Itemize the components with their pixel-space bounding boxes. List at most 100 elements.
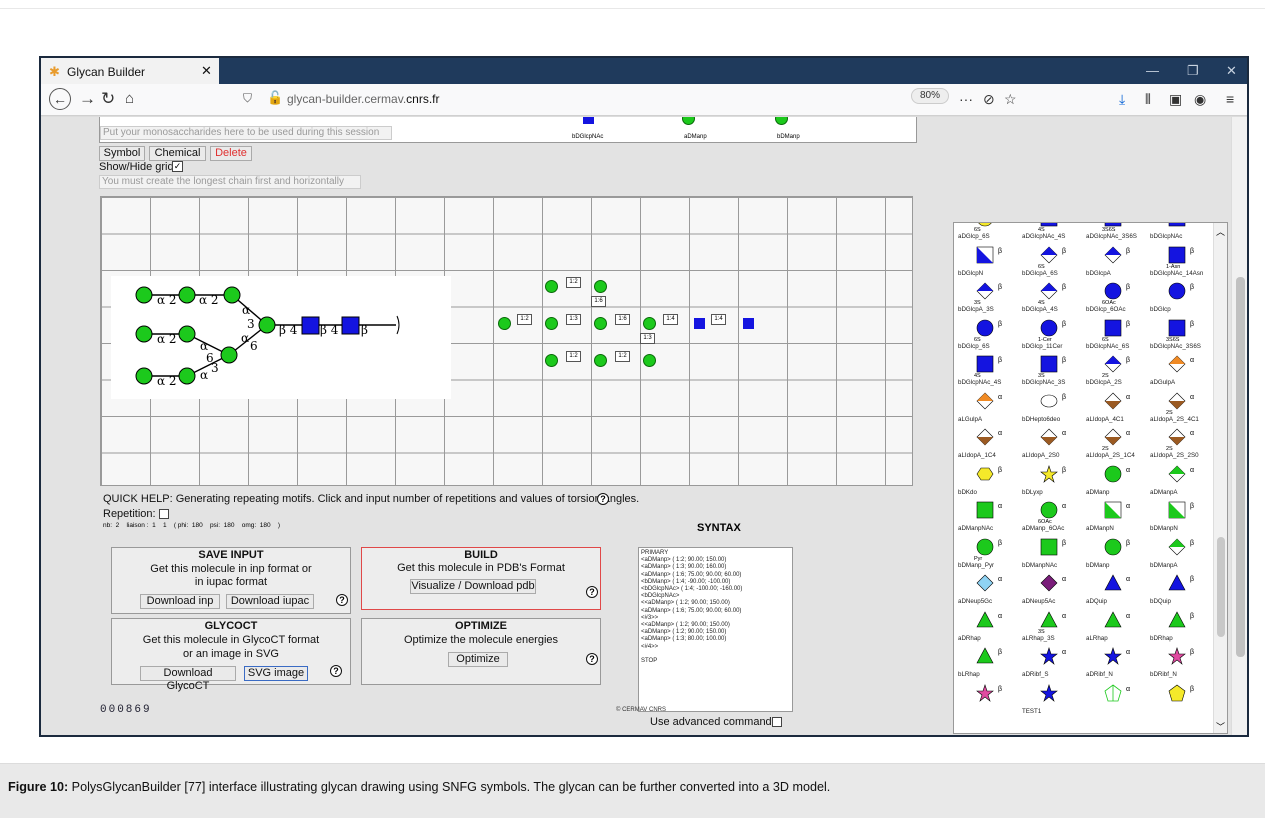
palette-item-name: aLIdopA_2S0 — [1022, 452, 1060, 459]
url-bar[interactable]: ⛉ 🔓 glycan-builder.cermav.cnrs.fr — [241, 87, 943, 111]
reload-icon[interactable]: ↻ — [101, 89, 115, 109]
home-icon[interactable]: ⌂ — [125, 89, 134, 109]
session-item-symbol[interactable] — [583, 117, 594, 124]
library-icon[interactable]: ⫴ — [1145, 91, 1151, 108]
page-scroll-thumb[interactable] — [1236, 277, 1245, 657]
insecure-lock-icon[interactable]: 🔓 — [267, 90, 283, 106]
palette-item-name: bDManpN — [1150, 525, 1178, 532]
link-label[interactable]: 1:2 — [566, 277, 581, 288]
grid-glcnac[interactable] — [743, 318, 754, 329]
tab-close-icon[interactable]: ✕ — [201, 63, 212, 79]
link-label[interactable]: 1:3 — [566, 314, 581, 325]
syntax-line: <aDManp> ( 1:6; 75.00; 90.00; 60.00) — [641, 571, 742, 578]
palette-item[interactable]: α — [1086, 680, 1148, 722]
session-item[interactable]: bDManp — [777, 134, 800, 140]
diamond-symbol-icon — [1040, 574, 1058, 592]
chemical-button[interactable]: Chemical — [149, 146, 206, 161]
tracking-shield-icon[interactable]: ⛉ — [243, 91, 252, 106]
repetition-label: Repetition: — [103, 508, 156, 520]
grid-mannose[interactable] — [594, 317, 607, 330]
palette-scrollbar[interactable]: ︿ ﹀ — [1213, 223, 1227, 733]
bookmark-star-icon[interactable]: ☆ — [1004, 91, 1017, 108]
tab-glycan-builder[interactable]: ✱ Glycan Builder ✕ — [41, 58, 219, 84]
palette-scroll-thumb[interactable] — [1217, 537, 1225, 637]
minimize-icon[interactable]: — — [1146, 63, 1159, 78]
palette-item[interactable]: β — [958, 680, 1020, 722]
back-button[interactable]: ← — [49, 88, 71, 110]
star-symbol-icon — [976, 683, 994, 702]
link-label[interactable]: 1:6 — [615, 314, 630, 325]
circle-symbol-icon — [1104, 282, 1122, 300]
grid-mannose[interactable] — [643, 354, 656, 367]
drawing-grid[interactable]: α 2α 2α3 α 2α6 α 2α3 α6 β 4β 4β 1:2 1:6 … — [100, 196, 913, 486]
diamond-top-symbol-icon — [976, 392, 994, 409]
symbol-button[interactable]: Symbol — [99, 146, 145, 161]
repetition-checkbox[interactable] — [159, 509, 169, 519]
syntax-line — [641, 651, 790, 658]
palette-item[interactable]: β — [1150, 680, 1212, 722]
grid-glcnac[interactable] — [694, 318, 705, 329]
page-scrollbar[interactable] — [1232, 117, 1247, 735]
sidebar-icon[interactable]: ▣ — [1169, 91, 1182, 108]
repetition-params[interactable]: nb: 2 liaison : 1 1 ( phi: 180 psi: 180 … — [103, 522, 280, 529]
diamond-top-symbol-icon — [1040, 282, 1058, 300]
anomer-label: α — [998, 612, 1003, 620]
grid-checkbox[interactable]: ✓ — [172, 161, 183, 172]
session-input[interactable]: Put your monosaccharides here to be used… — [100, 126, 392, 140]
anomer-label: β — [998, 284, 1003, 291]
more-actions-icon[interactable]: ··· — [959, 91, 973, 107]
grid-mannose[interactable] — [545, 317, 558, 330]
link-label[interactable]: 1:4 — [711, 314, 726, 325]
grid-mannose[interactable] — [594, 280, 607, 293]
download-glycoct-button[interactable]: Download GlycoCT — [140, 666, 236, 692]
link-label[interactable]: 1:6 — [591, 296, 606, 307]
svg-text:β 4: β 4 — [279, 323, 298, 337]
anomer-label: α — [1062, 649, 1067, 656]
help-icon[interactable]: ? — [330, 665, 342, 677]
help-icon[interactable]: ? — [586, 586, 598, 598]
advanced-commands-checkbox[interactable] — [772, 717, 782, 727]
forward-icon[interactable]: → — [79, 89, 96, 109]
link-label[interactable]: 1:2 — [517, 314, 532, 325]
optimize-button[interactable]: Optimize — [448, 652, 508, 667]
help-icon[interactable]: ? — [586, 653, 598, 665]
session-item-symbol[interactable] — [682, 117, 695, 125]
link-label[interactable]: 1:3 — [640, 333, 655, 344]
menu-icon[interactable]: ≡ — [1226, 91, 1234, 107]
syntax-textarea[interactable]: PRIMARY <aDManp> ( 1:2; 90.00; 150.00) <… — [638, 547, 793, 712]
syntax-line: <#4>> — [641, 643, 659, 650]
restore-icon[interactable]: ❐ — [1187, 63, 1199, 79]
svg-image-button[interactable]: SVG image — [244, 666, 308, 681]
grid-mannose[interactable] — [545, 354, 558, 367]
palette-scroll-down-icon[interactable]: ﹀ — [1216, 720, 1225, 733]
zoom-level[interactable]: 80% — [911, 88, 949, 104]
hexagon-symbol-icon — [976, 467, 994, 480]
pocket-icon[interactable]: ⊘ — [983, 91, 995, 108]
download-iupac-button[interactable]: Download iupac — [226, 594, 314, 609]
session-item[interactable]: bDGlcpNAc — [572, 134, 603, 140]
session-item[interactable]: aDManp — [684, 134, 707, 140]
palette-scroll-up-icon[interactable]: ︿ — [1216, 225, 1225, 238]
symbol-palette[interactable]: aDGlcp_6S 6S aDGlcpNAc_4S 4S aDGlcpNAc_3S6S 3… — [953, 222, 1228, 734]
download-inp-button[interactable]: Download inp — [140, 594, 220, 609]
grid-mannose[interactable] — [594, 354, 607, 367]
link-label[interactable]: 1:2 — [615, 351, 630, 362]
anomer-label: β — [1190, 649, 1195, 656]
help-icon[interactable]: ? — [336, 594, 348, 606]
session-item-symbol[interactable] — [775, 117, 788, 125]
grid-mannose[interactable] — [498, 317, 511, 330]
diamond-bot-symbol-icon — [1104, 428, 1122, 446]
account-icon[interactable]: ◉ — [1194, 91, 1206, 108]
download-icon[interactable]: ⤓ — [1119, 91, 1125, 108]
palette-item[interactable]: TEST1 — [1022, 680, 1084, 722]
window-close-icon[interactable]: ✕ — [1226, 63, 1237, 79]
url-text[interactable]: glycan-builder.cermav.cnrs.fr — [287, 92, 440, 106]
quick-help-icon[interactable]: ? — [597, 493, 609, 505]
link-label[interactable]: 1:2 — [566, 351, 581, 362]
grid-mannose[interactable] — [545, 280, 558, 293]
link-label[interactable]: 1:4 — [663, 314, 678, 325]
visualize-pdb-button[interactable]: Visualize / Download pdb — [410, 579, 536, 594]
grid-mannose[interactable] — [643, 317, 656, 330]
delete-button[interactable]: Delete — [210, 146, 252, 161]
anomer-label: β — [1062, 247, 1067, 255]
